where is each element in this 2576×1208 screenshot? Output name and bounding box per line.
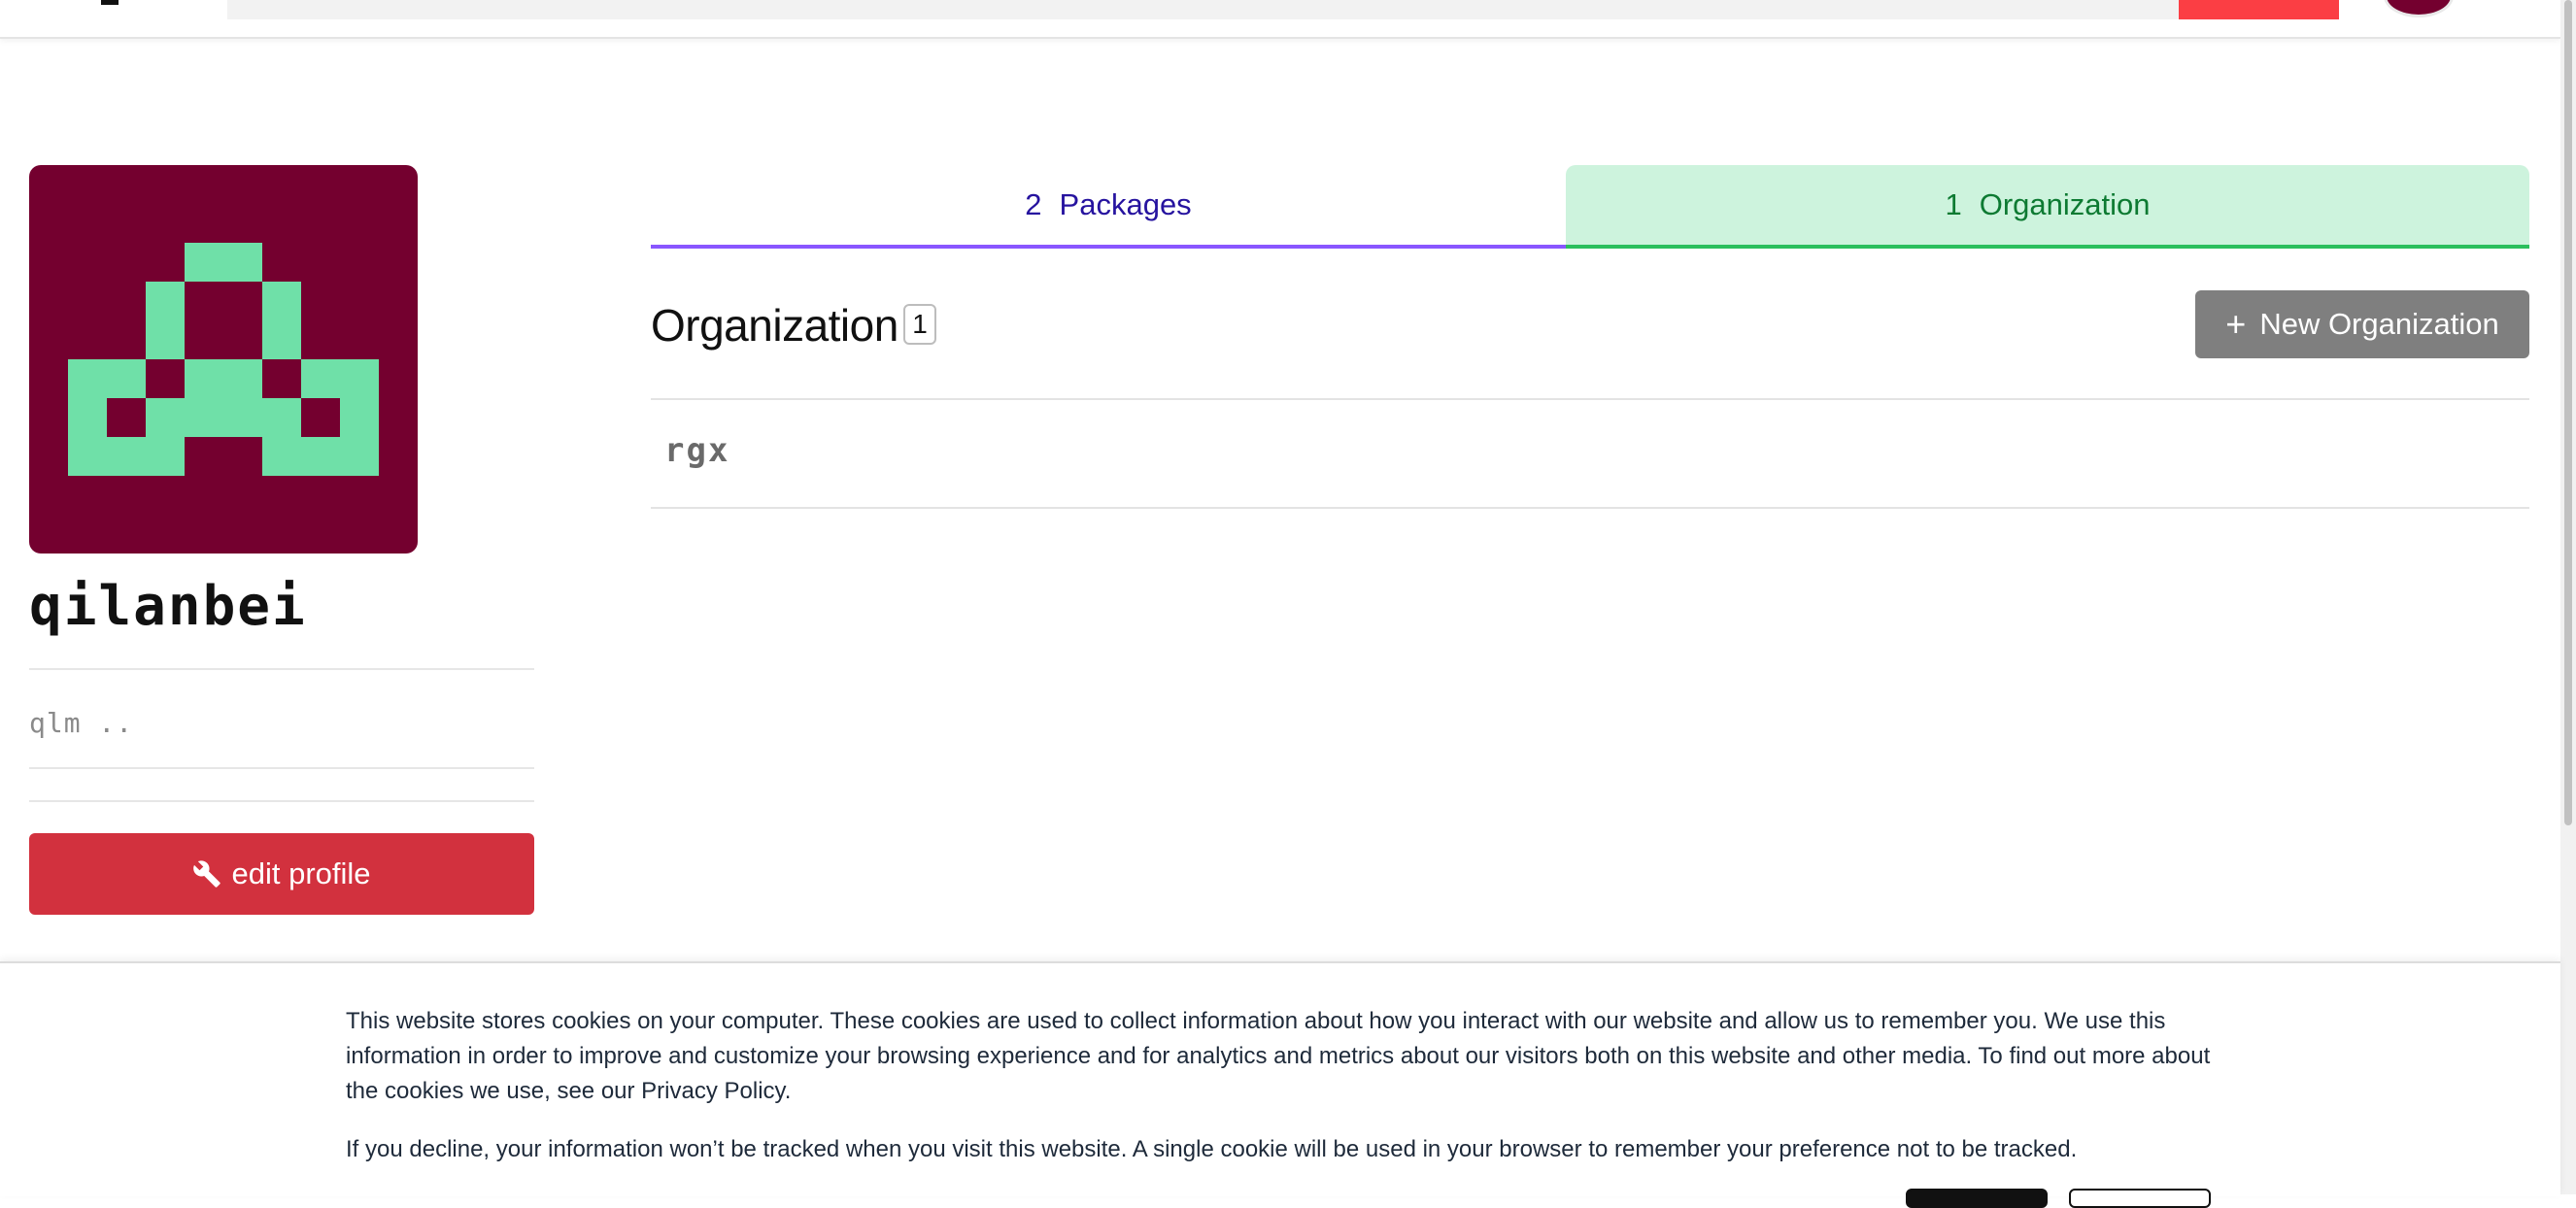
cookie-decline-info: If you decline, your information won’t b…: [346, 1136, 2078, 1162]
cookie-decline-button[interactable]: [2069, 1189, 2211, 1208]
top-navigation-bar: [0, 0, 2560, 39]
avatar-pixel: [107, 437, 185, 476]
wrench-icon: [192, 859, 221, 889]
new-organization-button[interactable]: + New Organization: [2195, 290, 2529, 358]
edit-profile-label: edit profile: [231, 856, 371, 890]
count-badge: 1: [903, 304, 936, 345]
divider: [29, 800, 534, 802]
tab-packages[interactable]: 2 Packages: [651, 165, 1566, 249]
cookie-banner: This website stores cookies on your comp…: [0, 961, 2560, 1196]
tab-organizations[interactable]: 1 Organization: [1566, 165, 2529, 249]
organization-name[interactable]: rgx: [664, 431, 729, 470]
profile-username: qilanbei: [29, 575, 307, 638]
avatar-pixel: [340, 398, 379, 476]
avatar-pixel: [262, 437, 340, 476]
search-button[interactable]: [2179, 0, 2339, 19]
avatar-pixel: [262, 282, 301, 359]
list-item[interactable]: rgx: [651, 400, 2529, 507]
cookie-message: This website stores cookies on your comp…: [346, 1008, 2211, 1104]
avatar-pixel: [185, 243, 262, 282]
tab-label: Packages: [1059, 187, 1192, 221]
avatar-pixel: [68, 359, 146, 398]
cookie-accept-button[interactable]: [1906, 1189, 2048, 1208]
profile-fullname: qlm ..: [29, 707, 134, 739]
avatar-pixel: [301, 359, 379, 398]
user-menu-avatar[interactable]: [2384, 0, 2454, 17]
avatar-pixel: [185, 359, 262, 398]
divider: [29, 668, 534, 670]
site-logo[interactable]: [101, 0, 119, 5]
plus-icon: +: [2225, 304, 2247, 344]
tab-count: 1: [1945, 187, 1962, 221]
scrollbar-thumb[interactable]: [2564, 0, 2572, 825]
avatar-pixel: [68, 398, 107, 476]
profile-avatar: [29, 165, 418, 554]
avatar-pixel: [146, 282, 185, 359]
tab-label: Organization: [1979, 187, 2151, 221]
divider: [29, 767, 534, 769]
section-title: Organization: [651, 300, 898, 351]
edit-profile-button[interactable]: edit profile: [29, 833, 534, 915]
search-input[interactable]: [227, 0, 2180, 19]
new-organization-label: New Organization: [2259, 307, 2499, 341]
avatar-pixel: [146, 398, 301, 437]
list-divider: [651, 507, 2529, 509]
tab-count: 2: [1025, 187, 1042, 221]
